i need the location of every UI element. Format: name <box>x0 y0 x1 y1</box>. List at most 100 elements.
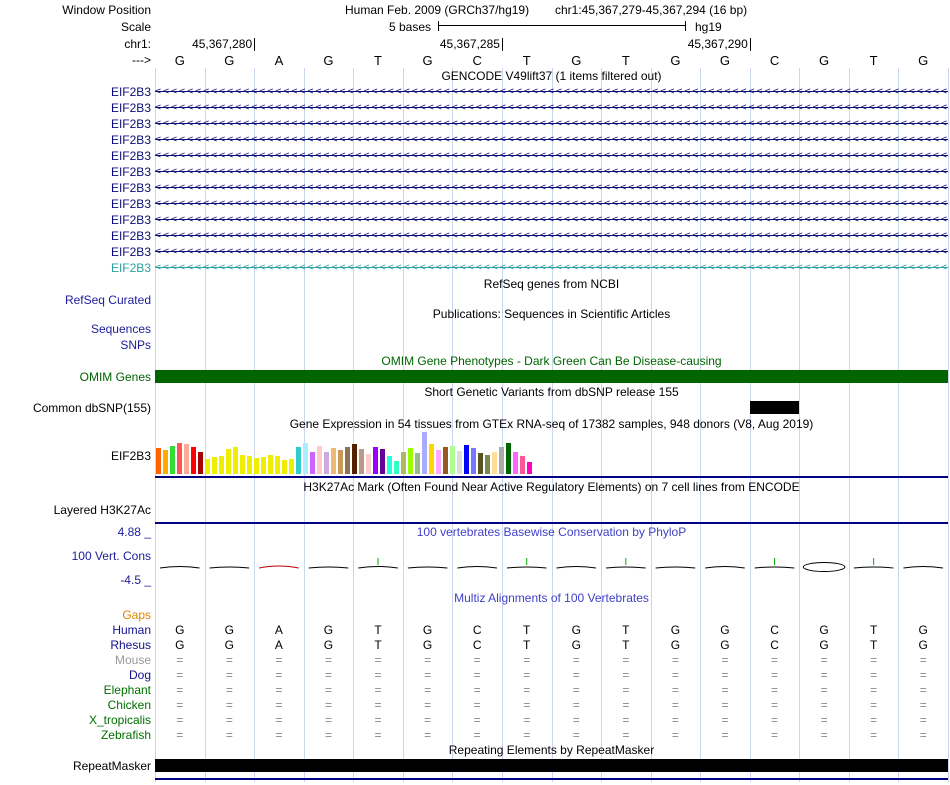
gtex-tissue-bar[interactable] <box>471 448 476 474</box>
repeatmasker-element-bar[interactable] <box>155 759 948 772</box>
gtex-tissue-bar[interactable] <box>429 444 434 474</box>
omim-genes-content[interactable] <box>155 369 948 385</box>
gencode-transcript[interactable]: <<<<<<<<<<<<<<<<<<<<<<<<<<<<<<<<<<<<<<<<… <box>155 196 948 212</box>
gtex-tissue-bar[interactable] <box>310 452 315 474</box>
gtex-tissue-bar[interactable] <box>359 449 364 474</box>
multiz-species-label[interactable]: Zebrafish <box>101 728 151 742</box>
gtex-tissue-bar[interactable] <box>513 452 518 474</box>
coordinates-ruler[interactable]: 45,367,280 45,367,285 45,367,290 <box>155 36 948 53</box>
omim-genes-label[interactable]: OMIM Genes <box>80 370 151 384</box>
repeatmasker-content[interactable] <box>155 758 948 774</box>
conservation-label[interactable]: 100 Vert. Cons <box>72 549 151 563</box>
gtex-tissue-bar[interactable] <box>289 459 294 474</box>
gtex-tissue-bar[interactable] <box>240 455 245 474</box>
gencode-transcript[interactable]: <<<<<<<<<<<<<<<<<<<<<<<<<<<<<<<<<<<<<<<<… <box>155 100 948 116</box>
gtex-tissue-bar[interactable] <box>366 454 371 474</box>
dna-sequence-track[interactable]: GGAGTGCTGTGGCGTG <box>155 53 948 68</box>
gencode-transcript[interactable]: <<<<<<<<<<<<<<<<<<<<<<<<<<<<<<<<<<<<<<<<… <box>155 84 948 100</box>
gtex-tissue-bar[interactable] <box>296 447 301 474</box>
multiz-alignment-track[interactable]: = = = = = = = = = = = = = = = = <box>155 698 948 713</box>
coordinates-row[interactable]: chr1: 45,367,280 45,367,285 45,367,290 <box>0 36 950 53</box>
gencode-transcript-label[interactable]: EIF2B3 <box>111 197 151 211</box>
gencode-transcript-label[interactable]: EIF2B3 <box>111 117 151 131</box>
gtex-tissue-bar[interactable] <box>170 446 175 474</box>
gencode-transcript-label[interactable]: EIF2B3 <box>111 101 151 115</box>
publications-snps-label[interactable]: SNPs <box>120 338 151 352</box>
gtex-tissue-bar[interactable] <box>415 453 420 474</box>
gencode-transcript-label[interactable]: EIF2B3 <box>111 229 151 243</box>
gtex-tissue-bar[interactable] <box>506 443 511 474</box>
multiz-alignment-track[interactable]: = = = = = = = = = = = = = = = = <box>155 683 948 698</box>
gtex-gene-label[interactable]: EIF2B3 <box>111 449 151 463</box>
multiz-species-label[interactable]: Dog <box>129 668 151 682</box>
gtex-tissue-bar[interactable] <box>191 447 196 474</box>
gtex-tissue-bar[interactable] <box>373 447 378 474</box>
gencode-transcript-label[interactable]: EIF2B3 <box>111 213 151 227</box>
dbsnp-label[interactable]: Common dbSNP(155) <box>33 401 151 415</box>
gtex-tissue-bar[interactable] <box>380 449 385 474</box>
gtex-tissue-bar[interactable] <box>156 448 161 474</box>
gencode-transcript-label[interactable]: EIF2B3 <box>111 181 151 195</box>
gtex-tissue-bar[interactable] <box>324 452 329 474</box>
gtex-tissue-bar[interactable] <box>345 447 350 474</box>
h3k27ac-label[interactable]: Layered H3K27Ac <box>54 496 151 524</box>
gtex-tissue-bar[interactable] <box>478 453 483 474</box>
publications-sequences-label[interactable]: Sequences <box>91 322 151 336</box>
gencode-transcript-label[interactable]: EIF2B3 <box>111 245 151 259</box>
gtex-tissue-bar[interactable] <box>268 455 273 474</box>
dbsnp-variant-box[interactable] <box>749 401 800 414</box>
gencode-transcript[interactable]: <<<<<<<<<<<<<<<<<<<<<<<<<<<<<<<<<<<<<<<<… <box>155 116 948 132</box>
gtex-tissue-bar[interactable] <box>331 448 336 474</box>
refseq-curated-label[interactable]: RefSeq Curated <box>65 293 151 307</box>
multiz-alignment-track[interactable]: = = = = = = = = = = = = = = = = <box>155 728 948 743</box>
multiz-alignment-track[interactable]: GGAGTGCTGTGGCGTG <box>155 638 948 653</box>
gtex-tissue-bar[interactable] <box>254 458 259 474</box>
gtex-tissue-bar[interactable] <box>303 443 308 474</box>
multiz-alignment-track[interactable]: = = = = = = = = = = = = = = = = <box>155 653 948 668</box>
gtex-tissue-bar[interactable] <box>352 444 357 474</box>
gencode-transcript[interactable]: <<<<<<<<<<<<<<<<<<<<<<<<<<<<<<<<<<<<<<<<… <box>155 228 948 244</box>
multiz-species-label[interactable]: X_tropicalis <box>89 713 151 727</box>
gtex-tissue-bar[interactable] <box>338 450 343 474</box>
gtex-tissue-bar[interactable] <box>261 457 266 474</box>
gtex-tissue-bar[interactable] <box>422 432 427 474</box>
gtex-tissue-bar[interactable] <box>401 452 406 474</box>
h3k27ac-content[interactable] <box>155 496 948 524</box>
multiz-species-label[interactable]: Chicken <box>108 698 151 712</box>
gtex-tissue-bar[interactable] <box>387 456 392 474</box>
gtex-tissue-bar[interactable] <box>212 457 217 474</box>
gtex-tissue-bar[interactable] <box>443 447 448 474</box>
gtex-tissue-bar[interactable] <box>226 449 231 474</box>
gtex-tissue-bar[interactable] <box>233 447 238 474</box>
gtex-barchart[interactable] <box>156 432 532 474</box>
multiz-alignment-track[interactable]: GGAGTGCTGTGGCGTG <box>155 623 948 638</box>
gtex-tissue-bar[interactable] <box>457 451 462 474</box>
gencode-transcript-label[interactable]: EIF2B3 <box>111 85 151 99</box>
conservation-plot[interactable] <box>155 541 948 587</box>
gtex-tissue-bar[interactable] <box>247 456 252 474</box>
gtex-tissue-bar[interactable] <box>163 450 168 474</box>
multiz-species-label[interactable]: Mouse <box>115 653 151 667</box>
multiz-species-label[interactable]: Elephant <box>104 683 151 697</box>
multiz-alignment-track[interactable]: = = = = = = = = = = = = = = = = <box>155 713 948 728</box>
gtex-tissue-bar[interactable] <box>198 452 203 474</box>
gtex-tissue-bar[interactable] <box>394 461 399 474</box>
gencode-transcript-label[interactable]: EIF2B3 <box>111 133 151 147</box>
publications-snps-content[interactable] <box>155 337 948 353</box>
gencode-transcript[interactable]: <<<<<<<<<<<<<<<<<<<<<<<<<<<<<<<<<<<<<<<<… <box>155 260 948 276</box>
refseq-curated-content[interactable] <box>155 293 948 307</box>
gtex-content[interactable] <box>155 432 948 478</box>
gtex-tissue-bar[interactable] <box>205 459 210 474</box>
gencode-transcript[interactable]: <<<<<<<<<<<<<<<<<<<<<<<<<<<<<<<<<<<<<<<<… <box>155 164 948 180</box>
gtex-tissue-bar[interactable] <box>282 460 287 474</box>
gtex-tissue-bar[interactable] <box>219 456 224 474</box>
gtex-tissue-bar[interactable] <box>317 446 322 474</box>
gtex-tissue-bar[interactable] <box>520 456 525 474</box>
sequence-row[interactable]: ---> G G A G T G C T G T G G C G T G <box>0 53 950 68</box>
omim-gene-bar[interactable] <box>155 370 948 383</box>
gtex-tissue-bar[interactable] <box>485 455 490 474</box>
gencode-transcript[interactable]: <<<<<<<<<<<<<<<<<<<<<<<<<<<<<<<<<<<<<<<<… <box>155 244 948 260</box>
gtex-tissue-bar[interactable] <box>177 443 182 474</box>
dbsnp-content[interactable] <box>155 400 948 416</box>
gtex-tissue-bar[interactable] <box>464 445 469 474</box>
